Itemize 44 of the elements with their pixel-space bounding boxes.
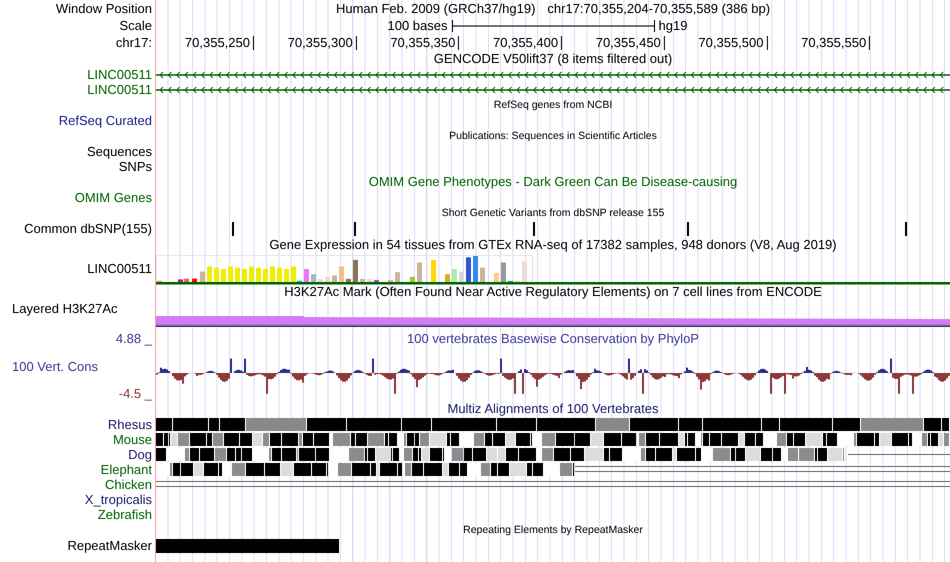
track-label[interactable]: Rhesus — [108, 418, 152, 432]
axis-max-label: 4.88 _ — [116, 332, 152, 346]
track-label[interactable]: SNPs — [118, 160, 152, 174]
track-title: OMIM Gene Phenotypes - Dark Green Can Be Disease-causing — [368, 175, 738, 189]
track-title: Publications: Sequences in Scientific Articles — [449, 129, 657, 143]
ruler-tick-label: 70,355,400 — [493, 36, 562, 50]
track-title: Gene Expression in 54 tissues from GTEx RNA-seq of 17382 samples, 948 donors (V8, Aug 2019) — [269, 238, 837, 252]
track-title: GENCODE V50lift37 (8 items filtered out) — [434, 52, 672, 66]
track-label[interactable]: LINC00511 — [87, 262, 152, 276]
track-label[interactable]: Zebrafish — [98, 508, 152, 522]
position-text: chr17:70,355,204-70,355,589 (386 bp) — [547, 2, 770, 16]
genome-label: hg19 — [658, 18, 688, 33]
track-title: Repeating Elements by RepeatMasker — [463, 523, 643, 537]
ruler-tick-label: 70,355,350 — [390, 36, 460, 50]
track-label[interactable]: Dog — [128, 448, 152, 462]
row-label: Window Position — [56, 2, 152, 16]
track-title: H3K27Ac Mark (Often Found Near Active Regulatory Elements) on 7 cell lines from ENCODE — [284, 285, 822, 299]
scale-length-label: 100 bases — [386, 18, 448, 33]
row-label: chr17: — [116, 36, 152, 50]
ruler-tick-label: 70,355,550 — [801, 36, 870, 50]
assembly-title: Human Feb. 2009 (GRCh37/hg19) — [336, 2, 536, 16]
track-label[interactable]: Sequences — [86, 144, 152, 158]
track-label[interactable]: Layered H3K27Ac — [0, 302, 118, 316]
axis-min-label: -4.5 _ — [118, 387, 152, 401]
ruler-tick-label: 70,355,300 — [288, 36, 357, 50]
track-label[interactable]: Elephant — [100, 462, 152, 476]
track-title: 100 vertebrates Basewise Conservation by PhyloP — [407, 332, 699, 346]
track-label[interactable]: X_tropicalis — [84, 492, 152, 506]
ruler-tick-label: 70,355,250 — [184, 36, 254, 50]
track-label[interactable]: Common dbSNP(155) — [24, 222, 152, 236]
track-title: RefSeq genes from NCBI — [494, 98, 612, 112]
row-label: Scale — [119, 18, 152, 32]
ruler-tick-label: 70,355,500 — [698, 36, 768, 50]
track-label[interactable]: RepeatMasker — [67, 539, 152, 553]
track-title: Multiz Alignments of 100 Vertebrates — [447, 402, 658, 416]
track-label[interactable]: Chicken — [105, 478, 152, 492]
track-label[interactable]: OMIM Genes — [74, 190, 152, 204]
track-title: Short Genetic Variants from dbSNP release 155 — [442, 206, 664, 220]
track-label[interactable]: RefSeq Curated — [58, 114, 152, 128]
track-label[interactable]: Mouse — [112, 432, 152, 446]
ruler-tick-label: 70,355,450 — [596, 36, 665, 50]
track-label[interactable]: 100 Vert. Cons — [0, 360, 98, 374]
track-label[interactable]: LINC00511 — [87, 68, 152, 82]
track-label[interactable]: LINC00511 — [87, 82, 152, 96]
